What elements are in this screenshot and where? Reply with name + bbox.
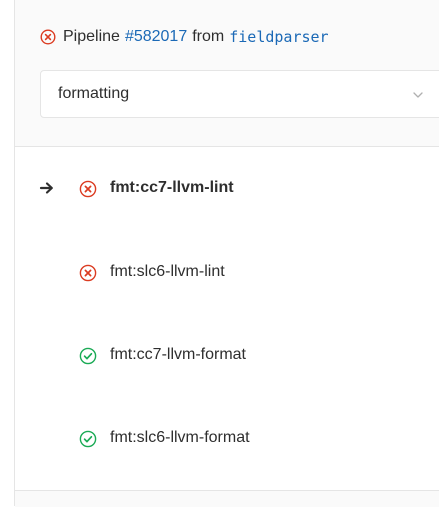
sidebar-footer — [15, 490, 439, 507]
stage-dropdown[interactable]: formatting — [40, 70, 439, 118]
success-status-icon — [79, 430, 97, 448]
pipeline-label: Pipeline — [63, 28, 120, 45]
branch-link[interactable]: fieldparser — [229, 28, 328, 46]
job-sidebar: Pipeline #582017 from fieldparser format… — [14, 0, 439, 507]
failed-status-icon — [79, 264, 97, 282]
failed-status-icon — [40, 29, 56, 45]
chevron-down-icon — [412, 89, 424, 101]
success-status-icon — [79, 347, 97, 365]
job-name: fmt:cc7-llvm-lint — [110, 179, 234, 196]
stage-dropdown-value: formatting — [58, 85, 130, 102]
job-item-cc7-llvm-format[interactable]: fmt:cc7-llvm-format — [15, 341, 439, 371]
job-item-cc7-llvm-lint[interactable]: fmt:cc7-llvm-lint — [15, 174, 439, 204]
pipeline-info: Pipeline #582017 from fieldparser — [40, 26, 329, 48]
job-item-slc6-llvm-lint[interactable]: fmt:slc6-llvm-lint — [15, 258, 439, 288]
job-name: fmt:slc6-llvm-format — [110, 429, 250, 446]
sidebar-header: Pipeline #582017 from fieldparser format… — [15, 0, 439, 147]
arrow-right-icon — [39, 180, 55, 196]
pipeline-id-link[interactable]: #582017 — [125, 28, 187, 46]
job-name: fmt:slc6-llvm-lint — [110, 263, 225, 280]
job-name: fmt:cc7-llvm-format — [110, 346, 246, 363]
from-label: from — [192, 28, 225, 45]
job-item-slc6-llvm-format[interactable]: fmt:slc6-llvm-format — [15, 424, 439, 454]
failed-status-icon — [79, 180, 97, 198]
